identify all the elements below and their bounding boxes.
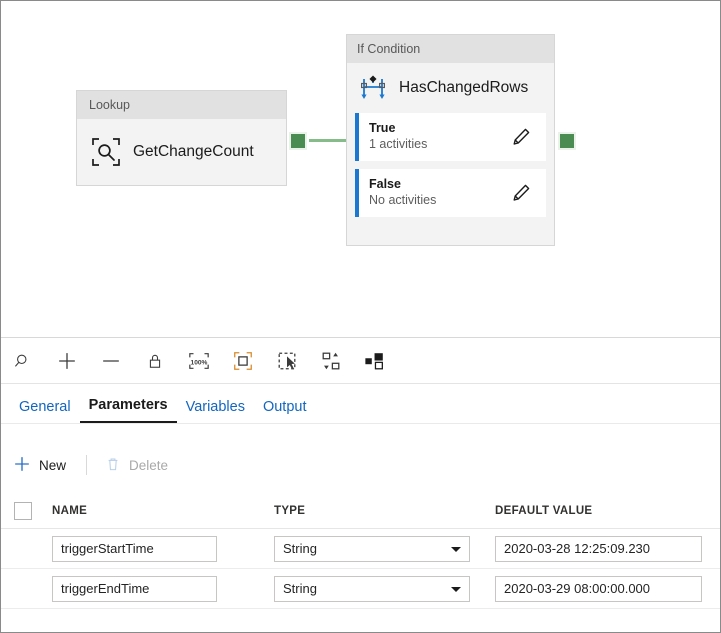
if-node-title-row: HasChangedRows [347, 63, 554, 113]
branch-true-label: True [369, 121, 427, 137]
layout-icon[interactable] [353, 339, 397, 383]
pipeline-editor-window: Lookup GetChangeCount [0, 0, 721, 633]
if-branch-true[interactable]: True 1 activities [355, 113, 546, 161]
auto-align-icon[interactable] [309, 339, 353, 383]
branch-fork-icon [359, 74, 387, 102]
select-all-checkbox[interactable] [14, 502, 32, 520]
row-default-value-cell [495, 536, 720, 562]
tab-parameters[interactable]: Parameters [80, 397, 177, 423]
branch-false-activity-count: No activities [369, 193, 436, 209]
pencil-icon[interactable] [510, 182, 532, 204]
plus-icon [13, 455, 31, 476]
parameters-table: NAME TYPE DEFAULT VALUE String [1, 493, 720, 609]
branch-false-label: False [369, 177, 436, 193]
branch-accent-bar [355, 169, 359, 217]
branch-true-texts: True 1 activities [369, 121, 427, 152]
pencil-icon[interactable] [510, 126, 532, 148]
table-row: String [1, 569, 720, 609]
properties-tabstrip: General Parameters Variables Output [1, 385, 720, 424]
activity-node-if-condition[interactable]: If Condition [346, 34, 555, 246]
zoom-100-percent-icon[interactable]: 100% [177, 339, 221, 383]
row-name-cell [52, 576, 274, 602]
select-all-cell [14, 502, 52, 520]
zoom-in-icon[interactable] [45, 339, 89, 383]
delete-parameter-button[interactable]: Delete [105, 450, 168, 480]
zoom-search-icon[interactable] [1, 339, 45, 383]
svg-text:100%: 100% [191, 359, 208, 366]
lookup-node-body: GetChangeCount [77, 119, 286, 185]
trash-icon [105, 456, 121, 475]
table-row: String [1, 529, 720, 569]
new-parameter-label: New [39, 458, 66, 473]
command-separator [86, 455, 87, 475]
select-marquee-icon[interactable] [265, 339, 309, 383]
tab-variables[interactable]: Variables [177, 399, 254, 423]
if-branch-false[interactable]: False No activities [355, 169, 546, 217]
parameter-name-input[interactable] [52, 536, 217, 562]
lookup-node-type-label: Lookup [77, 91, 286, 119]
column-header-type: TYPE [274, 505, 495, 517]
parameter-default-value-input[interactable] [495, 536, 702, 562]
row-type-cell: String [274, 576, 495, 602]
branch-false-texts: False No activities [369, 177, 436, 208]
fit-to-screen-icon[interactable] [221, 339, 265, 383]
lookup-node-title: GetChangeCount [133, 143, 254, 161]
parameter-type-select-wrap: String [274, 576, 470, 602]
row-type-cell: String [274, 536, 495, 562]
parameters-command-bar: New Delete [1, 443, 720, 487]
column-header-name: NAME [52, 505, 274, 517]
connector-line [309, 139, 351, 142]
table-header-row: NAME TYPE DEFAULT VALUE [1, 493, 720, 529]
new-parameter-button[interactable]: New [13, 450, 66, 480]
parameter-default-value-input[interactable] [495, 576, 702, 602]
branch-true-activity-count: 1 activities [369, 137, 427, 153]
parameter-type-value: String [283, 541, 317, 556]
connector-output-handle-if[interactable] [558, 132, 576, 150]
parameter-name-input[interactable] [52, 576, 217, 602]
parameter-type-select[interactable]: String [274, 536, 470, 562]
pipeline-canvas[interactable]: Lookup GetChangeCount [1, 1, 720, 338]
if-node-type-label: If Condition [347, 35, 554, 63]
canvas-toolbar: 100% [1, 339, 720, 384]
lookup-magnifier-icon [91, 137, 121, 167]
parameter-type-value: String [283, 581, 317, 596]
column-header-default-value: DEFAULT VALUE [495, 505, 720, 517]
branch-accent-bar [355, 113, 359, 161]
tab-general[interactable]: General [10, 399, 80, 423]
lock-icon[interactable] [133, 339, 177, 383]
tab-output[interactable]: Output [254, 399, 316, 423]
zoom-out-icon[interactable] [89, 339, 133, 383]
delete-parameter-label: Delete [129, 458, 168, 473]
row-default-value-cell [495, 576, 720, 602]
connector-output-handle-lookup[interactable] [289, 132, 307, 150]
row-name-cell [52, 536, 274, 562]
if-node-title: HasChangedRows [399, 79, 528, 97]
activity-node-lookup[interactable]: Lookup GetChangeCount [76, 90, 287, 186]
parameter-type-select-wrap: String [274, 536, 470, 562]
parameter-type-select[interactable]: String [274, 576, 470, 602]
